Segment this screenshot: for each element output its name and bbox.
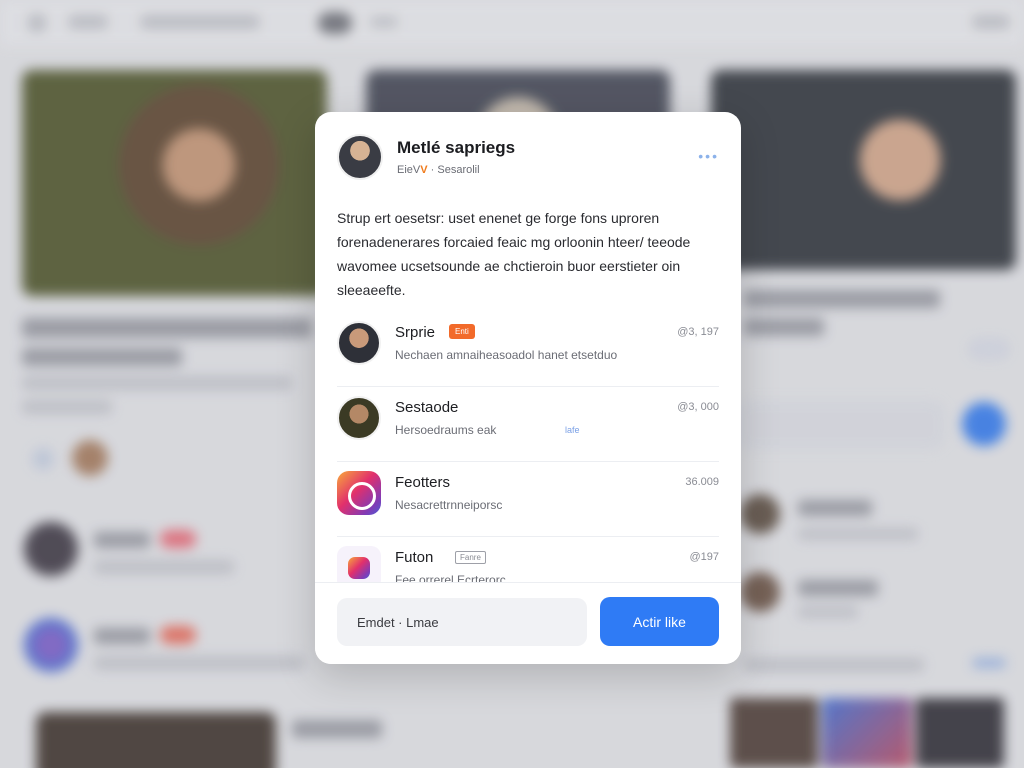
modal-footer: Actir like: [315, 582, 741, 664]
subtitle-rest: · Sesarolil: [430, 164, 480, 176]
avatar: [337, 321, 381, 365]
item-description: Fee orrerel Ecrterorc: [395, 573, 506, 582]
item-meta: 36.009: [685, 476, 719, 488]
item-name: Srprie: [395, 324, 436, 341]
item-link[interactable]: lafe: [565, 425, 580, 435]
instagram-icon: [337, 546, 381, 582]
account-list: Srprie Enti @3, 197 Nechaen amnaiheasoad…: [337, 312, 719, 582]
modal-title: Metlé sapriegs: [397, 138, 516, 157]
avatar: [337, 396, 381, 440]
item-tag: Fanre: [455, 551, 486, 564]
item-meta: @197: [689, 551, 719, 563]
list-item[interactable]: Futon Fanre @197 Fee orrerel Ecrterorc: [337, 537, 719, 582]
item-name: Feotters: [395, 474, 451, 491]
item-name: Futon: [395, 549, 434, 566]
modal-subtitle: EieVV · Sesarolil: [397, 164, 480, 176]
share-modal: Metlé sapriegs EieVV · Sesarolil ••• Str…: [315, 112, 741, 664]
item-description: Hersoedraums eak: [395, 423, 497, 437]
more-options-icon[interactable]: •••: [698, 148, 719, 164]
action-button[interactable]: Actir like: [600, 597, 719, 646]
subtitle-prefix: EieV: [397, 164, 421, 176]
list-item[interactable]: Srprie Enti @3, 197 Nechaen amnaiheasoad…: [337, 312, 719, 387]
item-description: Nechaen amnaiheasoadol hanet etsetduo: [395, 348, 618, 362]
instagram-icon: [337, 471, 381, 515]
status-badge: Enti: [449, 324, 475, 339]
avatar[interactable]: [337, 134, 383, 180]
modal-description: Strup ert oesetsr: uset enenet ge forge …: [337, 210, 691, 298]
list-item[interactable]: Sestaode @3, 000 Hersoedraums eak lafe: [337, 387, 719, 462]
item-description: Nesacrettrnneiporsc: [395, 498, 503, 512]
item-name: Sestaode: [395, 399, 459, 416]
item-meta: @3, 000: [677, 401, 719, 413]
item-meta: @3, 197: [677, 326, 719, 338]
verified-icon: V: [420, 164, 428, 176]
list-item[interactable]: Feotters 36.009 Nesacrettrnneiporsc: [337, 462, 719, 537]
modal-header: Metlé sapriegs EieVV · Sesarolil •••: [337, 134, 719, 184]
message-input[interactable]: [337, 598, 587, 646]
